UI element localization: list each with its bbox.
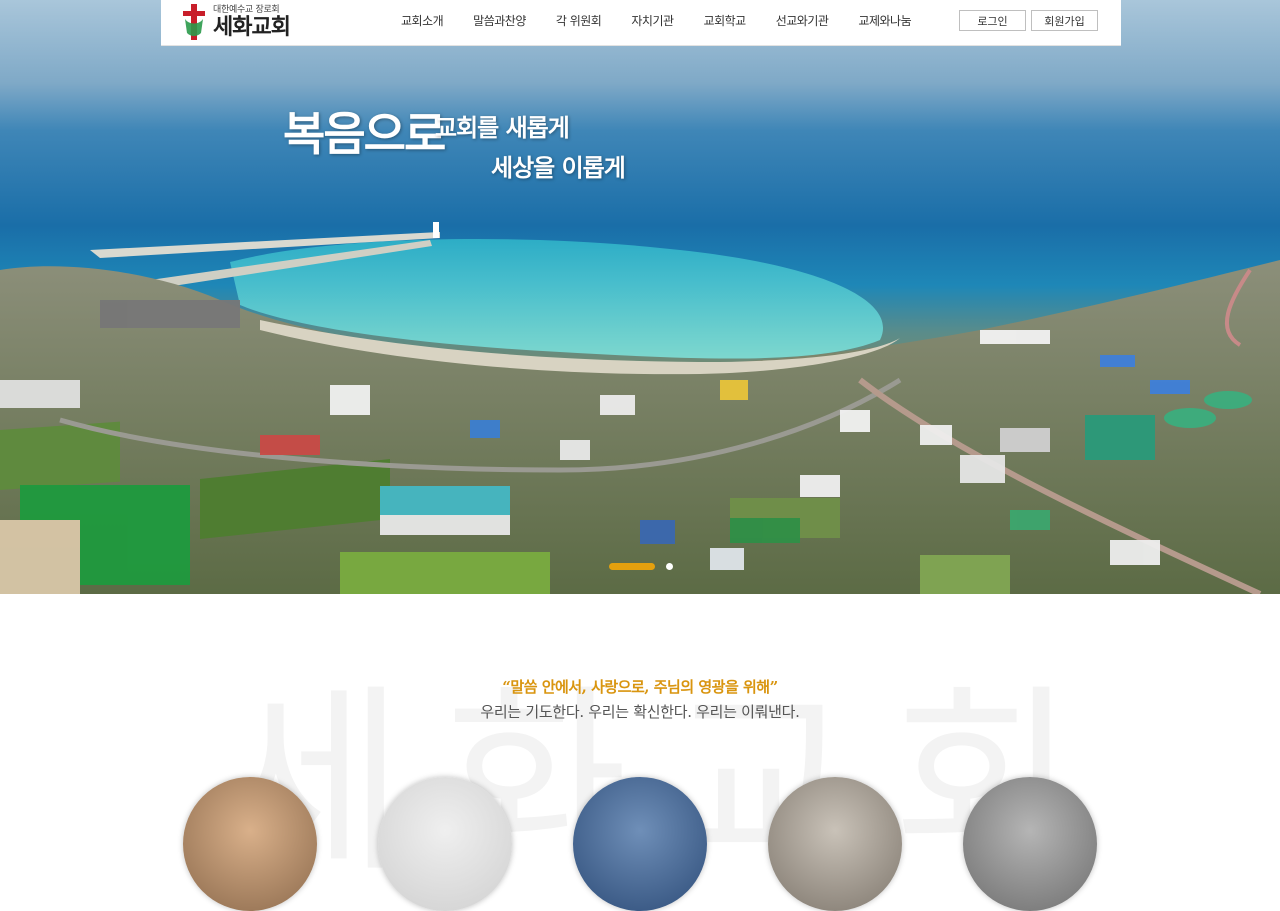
slider-dot[interactable] [666, 563, 673, 570]
nav-item-church-school[interactable]: 교회학교 [704, 12, 747, 29]
nav-item-mission[interactable]: 선교와기관 [776, 12, 829, 29]
main-nav: 교회소개 말씀과찬양 각 위원회 자치기관 교회학교 선교와기관 교제와나눔 [401, 0, 941, 40]
top-header: 대한예수교 장로회 세화교회 교회소개 말씀과찬양 각 위원회 자치기관 교회학… [161, 0, 1121, 46]
auth-buttons: 로그인 회원가입 [959, 10, 1103, 31]
menu-circle-4[interactable] [768, 777, 902, 911]
menu-circle-1[interactable] [183, 777, 317, 911]
hero-banner: 복음으로 교회를 새롭게 세상을 이롭게 [0, 0, 1280, 594]
motto-subtitle: 우리는 기도한다. 우리는 확신한다. 우리는 이뤄낸다. [480, 703, 800, 721]
signup-button[interactable]: 회원가입 [1031, 10, 1098, 31]
nav-item-fellowship[interactable]: 교제와나눔 [858, 12, 911, 29]
slogan-line-2: 세상을 이롭게 [491, 153, 626, 182]
menu-circle-2[interactable] [378, 777, 512, 911]
menu-circle-3[interactable] [573, 777, 707, 911]
slogan-line-1: 교회를 새롭게 [435, 113, 570, 142]
slider-pagination [609, 563, 673, 570]
cross-logo-icon [181, 3, 207, 41]
logo-title: 세화교회 [213, 14, 291, 40]
logo-subtitle: 대한예수교 장로회 [213, 4, 280, 15]
login-button[interactable]: 로그인 [959, 10, 1026, 31]
slogan-main: 복음으로 [283, 107, 446, 161]
nav-item-organizations[interactable]: 자치기관 [631, 12, 674, 29]
nav-item-committees[interactable]: 각 위원회 [556, 12, 602, 29]
site-logo[interactable]: 대한예수교 장로회 세화교회 [181, 2, 291, 42]
nav-item-sermon-praise[interactable]: 말씀과찬양 [473, 12, 526, 29]
hero-photo [0, 222, 1280, 594]
nav-item-about[interactable]: 교회소개 [401, 12, 444, 29]
menu-circle-5[interactable] [963, 777, 1097, 911]
slider-dot-active[interactable] [609, 563, 655, 570]
motto-quote: “말씀 안에서, 사랑으로, 주님의 영광을 위해” [502, 678, 778, 696]
motto-block: “말씀 안에서, 사랑으로, 주님의 영광을 위해” 우리는 기도한다. 우리는… [0, 676, 1280, 722]
